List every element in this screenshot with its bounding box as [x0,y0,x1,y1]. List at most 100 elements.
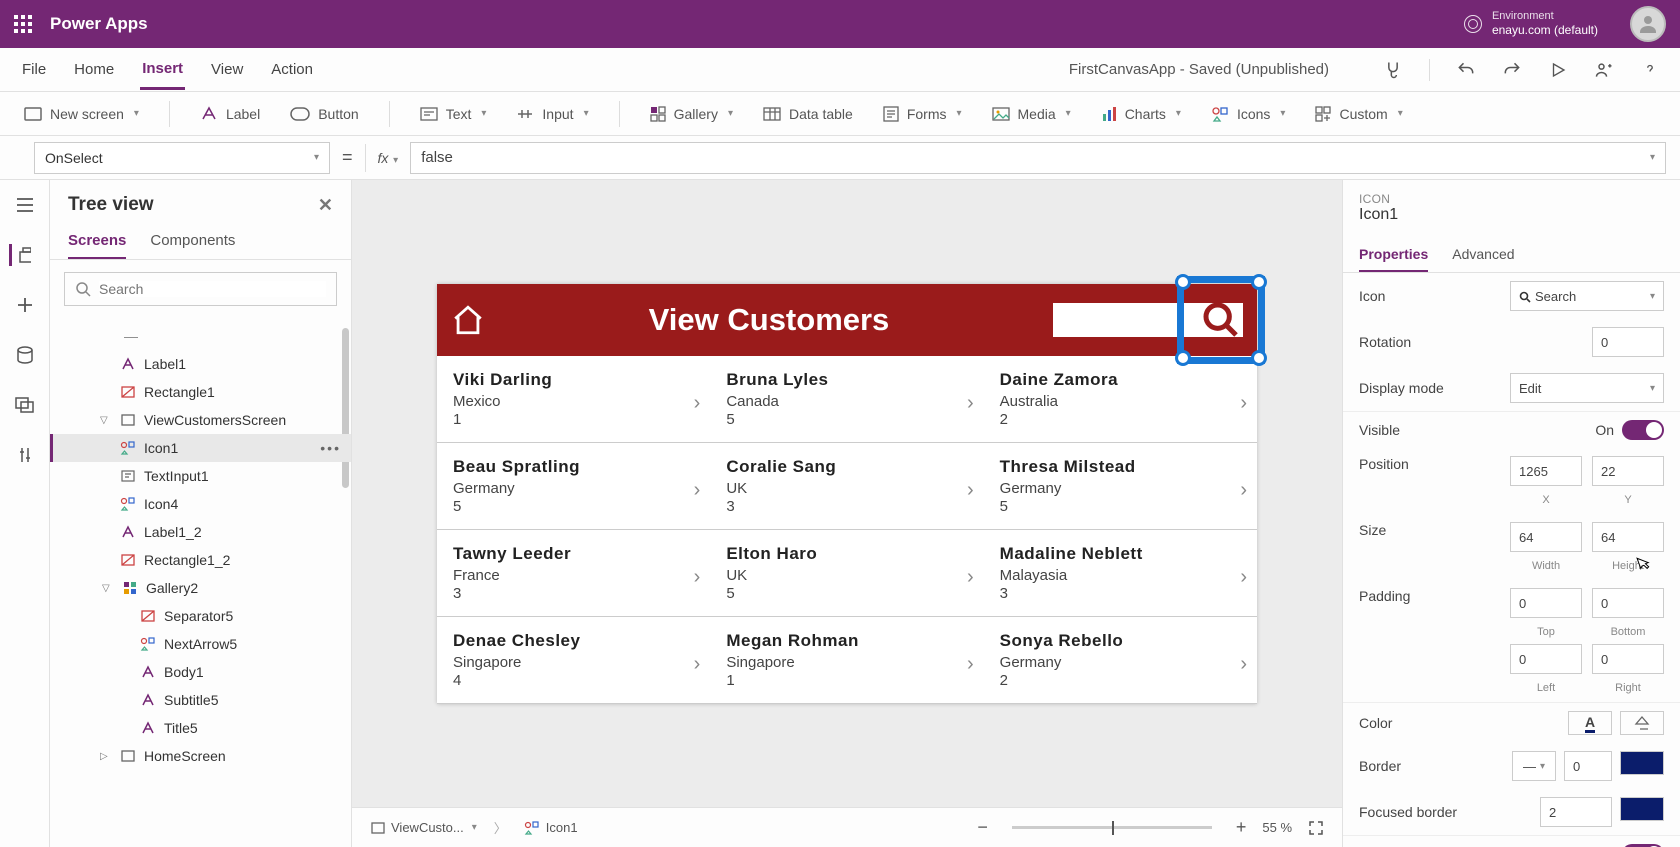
environment-text[interactable]: Environment enayu.com (default) [1492,10,1598,38]
menu-home[interactable]: Home [72,51,116,88]
position-y-input[interactable]: 22 [1592,456,1664,486]
tree-item-nextarrow5[interactable]: NextArrow5 [50,630,351,658]
gallery-cell[interactable]: Denae ChesleySingapore4› [437,617,710,703]
focus-border-input[interactable]: 2 [1540,797,1612,827]
chevron-right-icon[interactable]: › [1240,479,1247,502]
tree-item-label1-2[interactable]: Label1_2 [50,518,351,546]
more-icon[interactable]: ••• [320,440,341,456]
tree-item-textinput1[interactable]: TextInput1 [50,462,351,490]
fx-icon[interactable]: fx ▾ [378,150,399,166]
media-pane-icon[interactable] [14,394,36,416]
visible-toggle[interactable] [1622,420,1664,440]
user-avatar[interactable] [1630,6,1666,42]
fit-icon[interactable] [1308,820,1324,836]
share-icon[interactable] [1594,60,1614,80]
redo-icon[interactable] [1502,60,1522,80]
width-input[interactable]: 64 [1510,522,1582,552]
icons-button[interactable]: Icons▾ [1211,106,1286,122]
gallery-cell[interactable]: Megan RohmanSingapore1› [710,617,983,703]
menu-file[interactable]: File [20,51,48,88]
tree-item-subtitle5[interactable]: Subtitle5 [50,686,351,714]
property-selector[interactable]: OnSelect▾ [34,142,330,174]
close-icon[interactable]: ✕ [318,195,333,216]
padding-top-input[interactable]: 0 [1510,588,1582,618]
menu-view[interactable]: View [209,51,245,88]
tab-screens[interactable]: Screens [68,224,126,259]
tree-item-icon1[interactable]: Icon1••• [50,434,351,462]
fill-color-swatch[interactable] [1620,711,1664,735]
label-button[interactable]: Label [200,106,260,122]
tree-search[interactable] [64,272,337,306]
tab-components[interactable]: Components [150,224,235,259]
undo-icon[interactable] [1456,60,1476,80]
play-icon[interactable] [1548,60,1568,80]
menu-insert[interactable]: Insert [140,50,185,90]
border-style-select[interactable]: — ▾ [1512,751,1556,781]
chevron-right-icon[interactable]: › [694,566,701,589]
tree-search-input[interactable] [99,281,326,297]
tab-properties[interactable]: Properties [1359,238,1428,272]
forms-button[interactable]: Forms▾ [883,106,962,122]
tree-item-body1[interactable]: Body1 [50,658,351,686]
custom-button[interactable]: Custom▾ [1315,106,1402,122]
gallery-cell[interactable]: Daine ZamoraAustralia2› [984,356,1257,442]
tree-item-rectangle1-2[interactable]: Rectangle1_2 [50,546,351,574]
tree-item-icon4[interactable]: Icon4 [50,490,351,518]
padding-left-input[interactable]: 0 [1510,644,1582,674]
tree-item[interactable]: — [50,322,351,350]
chevron-right-icon[interactable]: › [1240,653,1247,676]
padding-right-input[interactable]: 0 [1592,644,1664,674]
tree-item-homescreen[interactable]: ▷HomeScreen [50,742,351,770]
tree-item-title5[interactable]: Title5 [50,714,351,742]
new-screen-button[interactable]: New screen▾ [24,106,139,122]
data-table-button[interactable]: Data table [763,106,853,122]
chevron-right-icon[interactable]: › [694,653,701,676]
chevron-right-icon[interactable]: › [694,392,701,415]
focus-border-color-swatch[interactable] [1620,797,1664,821]
text-button[interactable]: Text▾ [420,106,487,122]
tree-item-label1[interactable]: Label1 [50,350,351,378]
hamburger-icon[interactable] [14,194,36,216]
home-icon[interactable] [451,303,485,337]
gallery-cell[interactable]: Viki DarlingMexico1› [437,356,710,442]
font-color-swatch[interactable]: A [1568,711,1612,735]
chevron-right-icon[interactable]: › [967,566,974,589]
selection-box[interactable] [1177,276,1265,364]
chevron-right-icon[interactable]: › [694,479,701,502]
border-color-swatch[interactable] [1620,751,1664,775]
gallery-cell[interactable]: Bruna LylesCanada5› [710,356,983,442]
app-checker-icon[interactable] [1383,60,1403,80]
chevron-right-icon[interactable]: › [1240,392,1247,415]
border-width-input[interactable]: 0 [1564,751,1612,781]
app-launcher-icon[interactable] [14,15,32,33]
gallery-cell[interactable]: Tawny LeederFrance3› [437,530,710,616]
tree-item-rectangle1[interactable]: Rectangle1 [50,378,351,406]
gallery-cell[interactable]: Madaline NeblettMalayasia3› [984,530,1257,616]
position-x-input[interactable]: 1265 [1510,456,1582,486]
tools-icon[interactable] [14,444,36,466]
menu-action[interactable]: Action [269,51,315,88]
charts-button[interactable]: Charts▾ [1101,106,1181,122]
chevron-right-icon[interactable]: › [1240,566,1247,589]
tree-item-separator5[interactable]: Separator5 [50,602,351,630]
tree-view-icon[interactable] [9,244,31,266]
chevron-right-icon[interactable]: › [967,653,974,676]
breadcrumb-screen[interactable]: ViewCusto...▾ [370,819,478,836]
zoom-in-icon[interactable]: + [1236,817,1247,838]
rotation-input[interactable]: 0 [1592,327,1664,357]
gallery-cell[interactable]: Elton HaroUK5› [710,530,983,616]
display-mode-select[interactable]: Edit▾ [1510,373,1664,403]
height-input[interactable]: 64 [1592,522,1664,552]
button-button[interactable]: Button [290,106,358,122]
breadcrumb-element[interactable]: Icon1 [523,819,579,836]
add-icon[interactable] [14,294,36,316]
input-button[interactable]: Input▾ [516,106,588,122]
gallery-cell[interactable]: Sonya RebelloGermany2› [984,617,1257,703]
app-canvas[interactable]: View Customers Viki DarlingMexico1›Bruna… [437,284,1257,704]
zoom-slider[interactable] [1012,826,1212,829]
padding-bottom-input[interactable]: 0 [1592,588,1664,618]
chevron-right-icon[interactable]: › [967,392,974,415]
gallery-button[interactable]: Gallery▾ [650,106,733,122]
tab-advanced[interactable]: Advanced [1452,238,1514,272]
media-button[interactable]: Media▾ [992,106,1071,122]
